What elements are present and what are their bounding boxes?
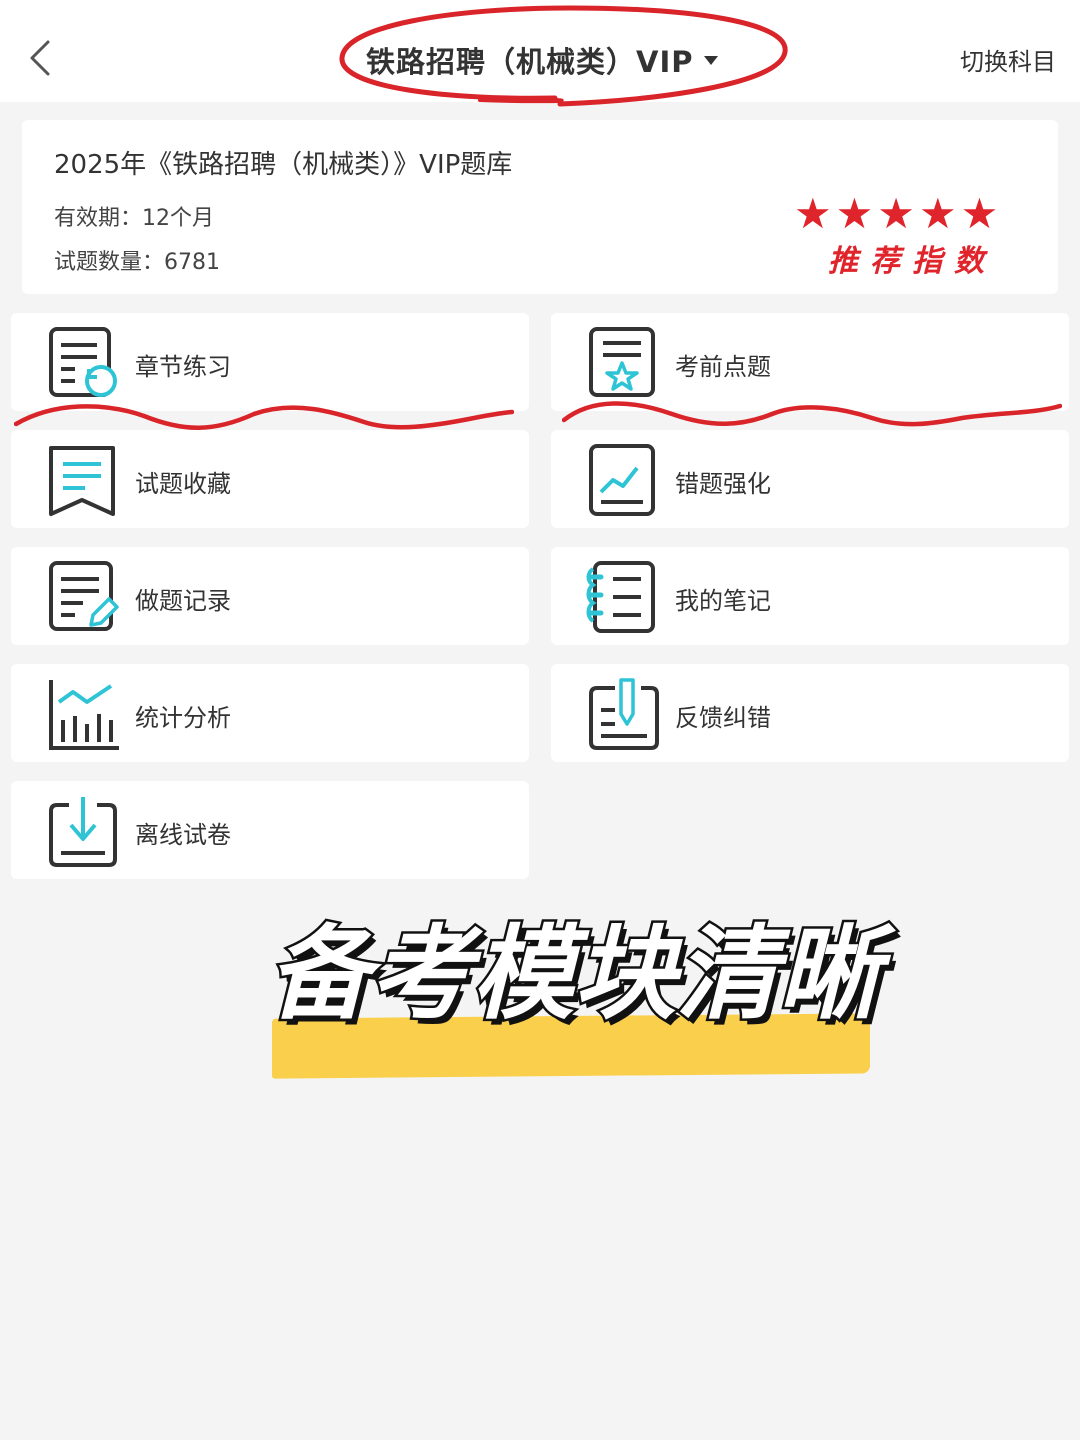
module-label: 统计分析: [135, 704, 231, 732]
module-label: 反馈纠错: [675, 704, 771, 732]
module-favorites[interactable]: 试题收藏: [11, 430, 529, 528]
module-practice-records[interactable]: 做题记录: [11, 547, 529, 645]
module-label: 我的笔记: [675, 587, 771, 615]
overlay-caption: 备考模块清晰: [266, 913, 883, 1037]
module-label: 试题收藏: [135, 470, 231, 498]
module-label: 做题记录: [135, 587, 231, 615]
validity-text: 有效期：12个月: [54, 206, 214, 231]
rating-stars: ★★★★★: [794, 189, 1003, 238]
rating-label: 推荐指数: [828, 244, 996, 279]
chapter-practice-icon: [49, 327, 117, 397]
subject-dropdown[interactable]: 铁路招聘（机械类）VIP: [366, 38, 718, 82]
download-icon: [49, 797, 117, 867]
bank-title: 2025年《铁路招聘（机械类）》VIP题库: [54, 150, 513, 180]
module-pre-exam[interactable]: 考前点题: [551, 313, 1069, 411]
module-my-notes[interactable]: 我的笔记: [551, 547, 1069, 645]
bookmark-icon: [49, 446, 115, 516]
module-label: 离线试卷: [135, 821, 231, 849]
module-label: 考前点题: [675, 353, 771, 381]
module-feedback[interactable]: 反馈纠错: [551, 664, 1069, 762]
module-label: 章节练习: [135, 353, 231, 381]
pre-exam-star-icon: [589, 327, 655, 397]
switch-subject-button[interactable]: 切换科目: [960, 42, 1056, 77]
wrong-answers-chart-icon: [589, 444, 655, 516]
module-label: 错题强化: [675, 470, 771, 498]
question-bank-info-card: 2025年《铁路招聘（机械类）》VIP题库 有效期：12个月 试题数量：6781…: [22, 120, 1058, 294]
module-chapter-practice[interactable]: 章节练习: [11, 313, 529, 411]
notebook-icon: [586, 561, 655, 633]
top-bar: 铁路招聘（机械类）VIP 切换科目: [0, 0, 1080, 107]
page-title: 铁路招聘（机械类）VIP: [366, 45, 694, 79]
module-offline-papers[interactable]: 离线试卷: [11, 781, 529, 879]
module-wrong-answers[interactable]: 错题强化: [551, 430, 1069, 528]
module-statistics[interactable]: 统计分析: [11, 664, 529, 762]
back-arrow-icon[interactable]: [22, 36, 62, 80]
question-count-text: 试题数量：6781: [54, 250, 220, 275]
record-pencil-icon: [49, 561, 119, 631]
feedback-icon: [589, 678, 659, 750]
caret-down-icon: [703, 55, 718, 65]
statistics-chart-icon: [49, 680, 119, 750]
